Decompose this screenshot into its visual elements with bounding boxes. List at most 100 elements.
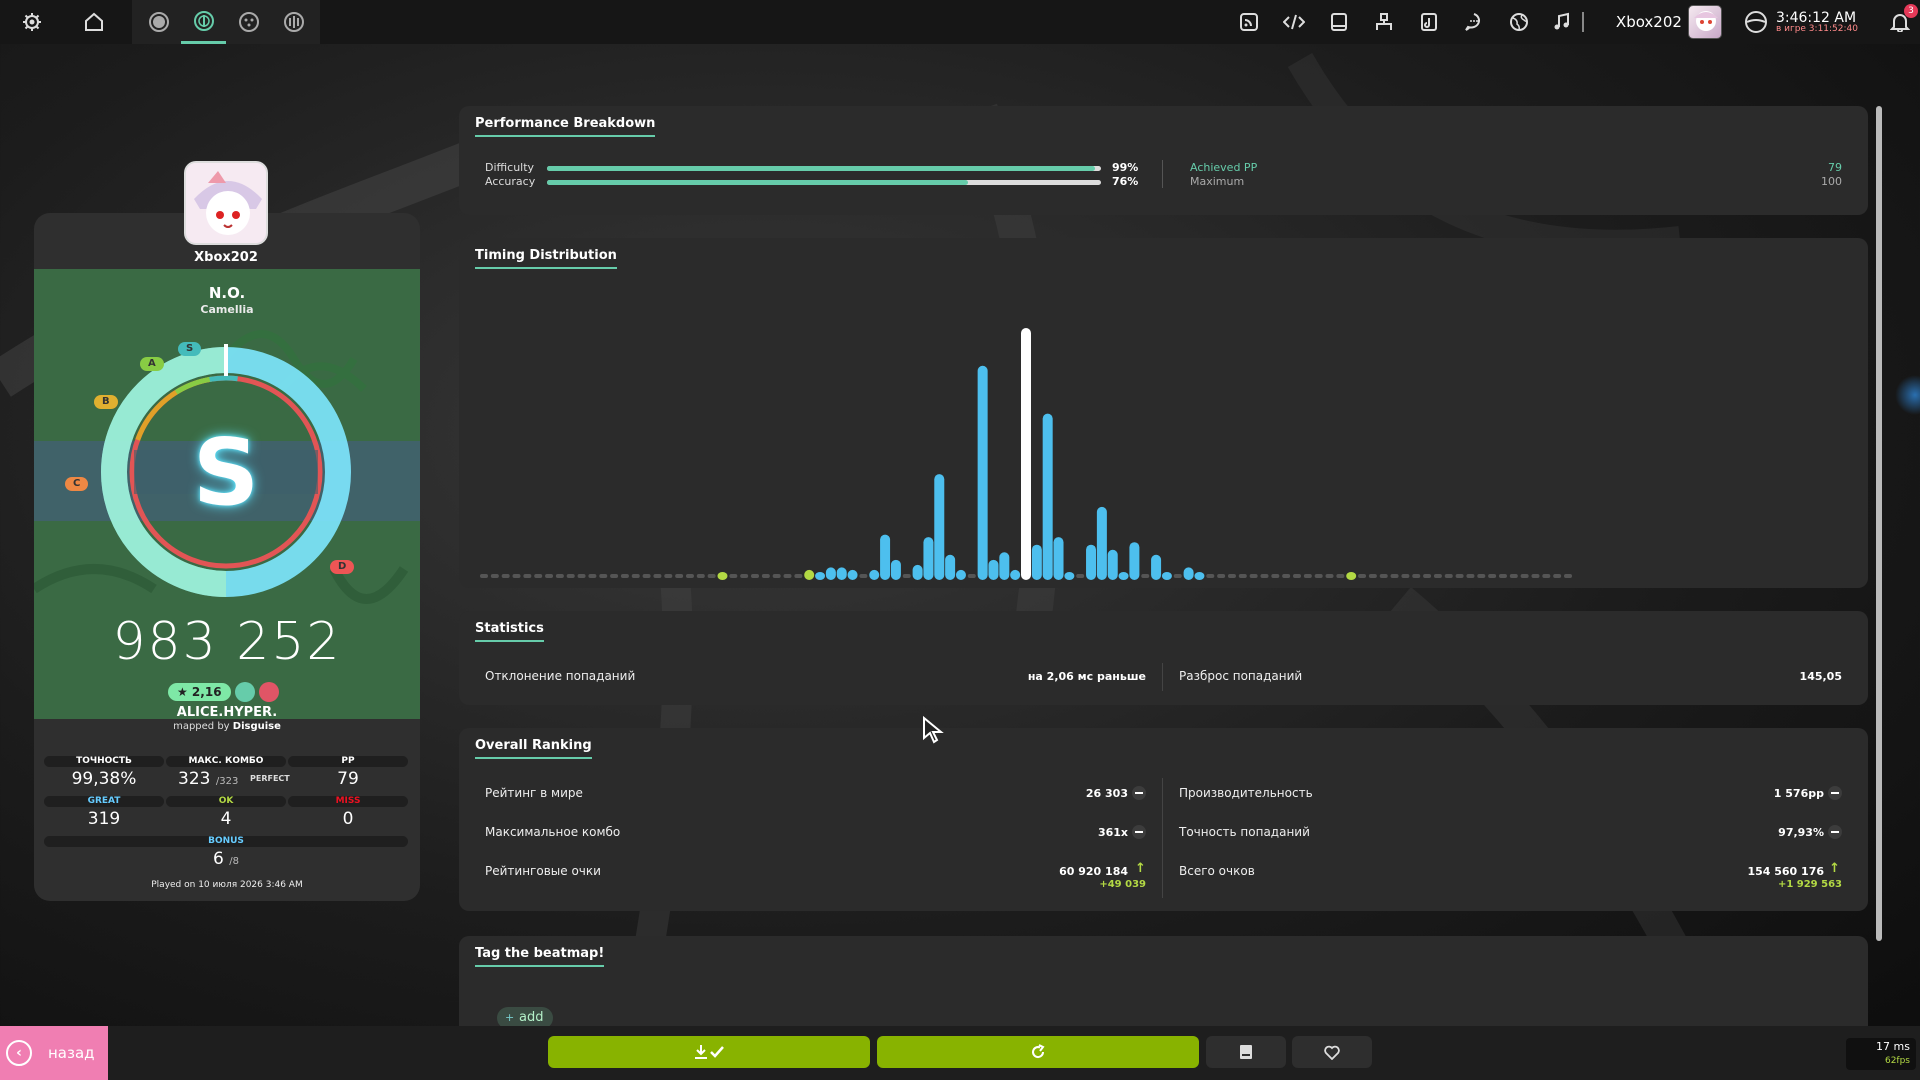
- clock[interactable]: 3:46:12 AM в игре 3:11:52:40: [1744, 10, 1858, 34]
- rank-letter: S: [192, 418, 260, 526]
- accuracy-bar-fill: [547, 180, 969, 185]
- ruleset-selector: [132, 0, 320, 44]
- notification-count: 3: [1904, 4, 1918, 18]
- add-tag-button[interactable]: + add: [497, 1007, 554, 1026]
- timing-bar: [1118, 572, 1129, 580]
- timing-baseline-dash: [1249, 574, 1258, 578]
- timing-bar: [1151, 554, 1162, 580]
- clock-icon: [1744, 11, 1767, 33]
- accuracy-bar: [547, 180, 1101, 185]
- timing-baseline-dash: [1227, 574, 1236, 578]
- timing-baseline-dash: [1271, 574, 1280, 578]
- timing-bar: [825, 567, 836, 580]
- spread-label: Разброс попаданий: [1179, 669, 1303, 683]
- ruleset-mania-icon[interactable]: [271, 0, 316, 44]
- hit-accuracy-label: Точность попаданий: [1179, 825, 1310, 839]
- world-rank-unchanged-icon: [1132, 786, 1146, 800]
- ruleset-catch-icon[interactable]: [226, 0, 271, 44]
- timing-baseline-dash: [1368, 574, 1377, 578]
- score-badges: ★ 2,16: [168, 682, 279, 702]
- top-toolbar: Xbox202 3:46:12 AM в игре 3:11:52:40 3: [0, 0, 1920, 44]
- ranked-score-label: Рейтинговые очки: [485, 864, 601, 878]
- ruleset-osu-icon[interactable]: [136, 0, 181, 44]
- timing-bar: [1194, 572, 1205, 580]
- toolbar-username: Xbox202: [1615, 13, 1682, 31]
- timing-baseline-dash: [1293, 574, 1301, 578]
- ranking-divider: [1162, 778, 1163, 898]
- played-on: Played on 10 июля 2026 3:46 AM: [151, 880, 303, 890]
- notifications-button[interactable]: 3: [1880, 0, 1920, 44]
- back-button[interactable]: ‹ назад: [0, 1026, 108, 1080]
- statistics-scroll[interactable]: Performance Breakdown Difficulty 99% Acc…: [459, 106, 1869, 1026]
- ranked-score-delta: +49 039: [1099, 879, 1146, 890]
- timing-tick-label: +40: [1232, 587, 1253, 588]
- timing-baseline-dash: [707, 574, 716, 578]
- download-replay-button[interactable]: [548, 1036, 870, 1068]
- bottom-bar: ‹ назад 17 ms 62fps: [0, 1026, 1920, 1080]
- timing-baseline-dash: [751, 574, 759, 578]
- timing-baseline-dash: [783, 574, 792, 578]
- timing-tick-label: -40: [801, 587, 817, 588]
- timing-baseline-dash: [555, 574, 564, 578]
- timing-bar: [977, 365, 988, 580]
- scrollbar[interactable]: [1876, 106, 1882, 941]
- combo-value: 323: [178, 769, 211, 789]
- rank-tag-a: A: [140, 357, 164, 371]
- collection-button[interactable]: [1206, 1036, 1286, 1068]
- statistics-card: Statistics Отклонение попаданий на 2,06 …: [459, 611, 1868, 705]
- timing-bar: [1107, 549, 1118, 580]
- timing-baseline-dash: [512, 574, 521, 578]
- timing-tick-label: +20: [1124, 587, 1145, 588]
- timing-baseline-dash: [675, 574, 684, 578]
- beatmap-editor-icon[interactable]: [1407, 0, 1452, 44]
- timing-baseline-dash: [1509, 574, 1518, 578]
- timing-baseline-dash: [642, 574, 651, 578]
- rankings-icon[interactable]: [1362, 0, 1407, 44]
- rank-tag-d: D: [330, 560, 355, 574]
- tablet-icon[interactable]: [1317, 0, 1362, 44]
- mapped-by-label: mapped by: [173, 721, 230, 732]
- timing-baseline-dash: [772, 574, 781, 578]
- great-label: GREAT: [44, 796, 164, 807]
- timing-baseline-dash: [1390, 574, 1399, 578]
- favourite-button[interactable]: [1292, 1036, 1372, 1068]
- overall-ranking-card: Overall Ranking Рейтинг в мире 26 303 Ма…: [459, 728, 1868, 911]
- home-icon[interactable]: [71, 0, 116, 44]
- great-stat: GREAT 319: [44, 796, 164, 829]
- user-button[interactable]: Xbox202: [1616, 5, 1722, 39]
- bonus-stat: BONUS 6 /8: [44, 836, 408, 869]
- timing-baseline-dash: [1553, 574, 1562, 578]
- timing-baseline-dash: [1076, 574, 1085, 578]
- code-icon[interactable]: [1272, 0, 1317, 44]
- settings-icon[interactable]: [9, 0, 54, 44]
- timing-bar: [1042, 413, 1053, 580]
- edge-glow: [1895, 375, 1920, 415]
- timing-bar: [1161, 572, 1172, 580]
- timing-bar: [815, 572, 826, 580]
- ranked-score-value: 60 920 184: [1059, 865, 1128, 878]
- timing-baseline-dash: [1217, 574, 1226, 578]
- combo-stat: МАКС. КОМБО 323 /323 PERFECT: [166, 756, 290, 789]
- timing-baseline-dash: [545, 574, 554, 578]
- chat-icon[interactable]: [1452, 0, 1497, 44]
- world-rank-value: 26 303: [1085, 787, 1128, 800]
- timing-baseline-dash: [696, 574, 705, 578]
- timing-baseline-dash: [1260, 574, 1269, 578]
- ruleset-taiko-icon[interactable]: [181, 0, 226, 44]
- retry-button[interactable]: [877, 1036, 1199, 1068]
- timing-baseline-dash: [664, 574, 673, 578]
- timing-bar: [912, 564, 923, 580]
- timing-bar: [923, 537, 934, 580]
- music-icon[interactable]: [1542, 0, 1582, 44]
- globe-icon[interactable]: [1497, 0, 1542, 44]
- timing-bar: [869, 569, 880, 580]
- timing-tick-label: -100: [473, 587, 496, 588]
- timing-bar: [847, 569, 858, 580]
- bonus-value-wrap: 6 /8: [44, 849, 408, 869]
- timing-baseline-dash: [1401, 574, 1410, 578]
- star-rating-badge: ★ 2,16: [168, 683, 231, 701]
- timing-tick-label: -80: [584, 587, 600, 588]
- miss-value: 0: [342, 809, 354, 829]
- total-score-up-icon: ↑: [1829, 861, 1840, 876]
- beatmap-listing-icon[interactable]: [1227, 0, 1272, 44]
